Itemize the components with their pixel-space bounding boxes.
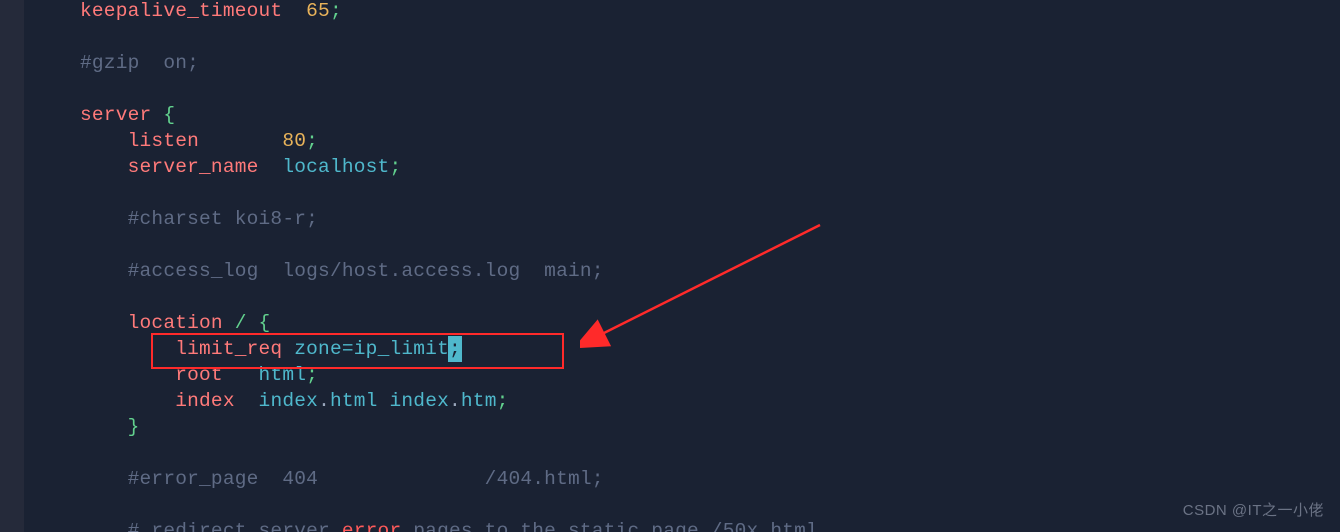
comment-charset: #charset koi8-r;	[128, 208, 318, 230]
val-html1: html	[330, 390, 378, 412]
semicolon: ;	[306, 364, 318, 386]
comment-redirect-b: pages to the static page /50x.html	[401, 520, 818, 532]
comment-access-log: #access_log logs/host.access.log main;	[128, 260, 604, 282]
num-65: 65	[306, 0, 330, 22]
watermark: CSDN @IT之一小佬	[1183, 498, 1324, 524]
cursor: ;	[448, 336, 462, 362]
kw-root: root	[175, 364, 223, 386]
semicolon: ;	[497, 390, 509, 412]
semicolon: ;	[330, 0, 342, 22]
kw-server-name: server_name	[128, 156, 259, 178]
left-gutter	[0, 0, 24, 532]
kw-limit-req: limit_req	[175, 338, 282, 360]
code-block: keepalive_timeout 65; #gzip on; server {…	[80, 0, 818, 532]
comment-gzip: #gzip on;	[80, 52, 199, 74]
slash: /	[235, 312, 247, 334]
kw-server: server	[80, 104, 151, 126]
comment-redirect-err: error	[342, 520, 402, 532]
kw-location: location	[128, 312, 223, 334]
kw-listen: listen	[128, 130, 199, 152]
val-index2: index	[389, 390, 449, 412]
semicolon: ;	[306, 130, 318, 152]
kw-index: index	[175, 390, 235, 412]
kw-keepalive-timeout: keepalive_timeout	[80, 0, 282, 22]
semicolon: ;	[389, 156, 401, 178]
val-html: html	[259, 364, 307, 386]
brace-open: {	[163, 104, 175, 126]
brace-close: }	[128, 416, 140, 438]
comment-error-page: #error_page 404 /404.html;	[128, 468, 604, 490]
brace-open: {	[259, 312, 271, 334]
comment-redirect-a: # redirect server	[128, 520, 342, 532]
val-localhost: localhost	[282, 156, 389, 178]
val-htm: htm	[461, 390, 497, 412]
val-index1: index	[259, 390, 319, 412]
val-zone-ip-limit: zone=ip_limit	[294, 338, 449, 360]
num-80: 80	[282, 130, 306, 152]
